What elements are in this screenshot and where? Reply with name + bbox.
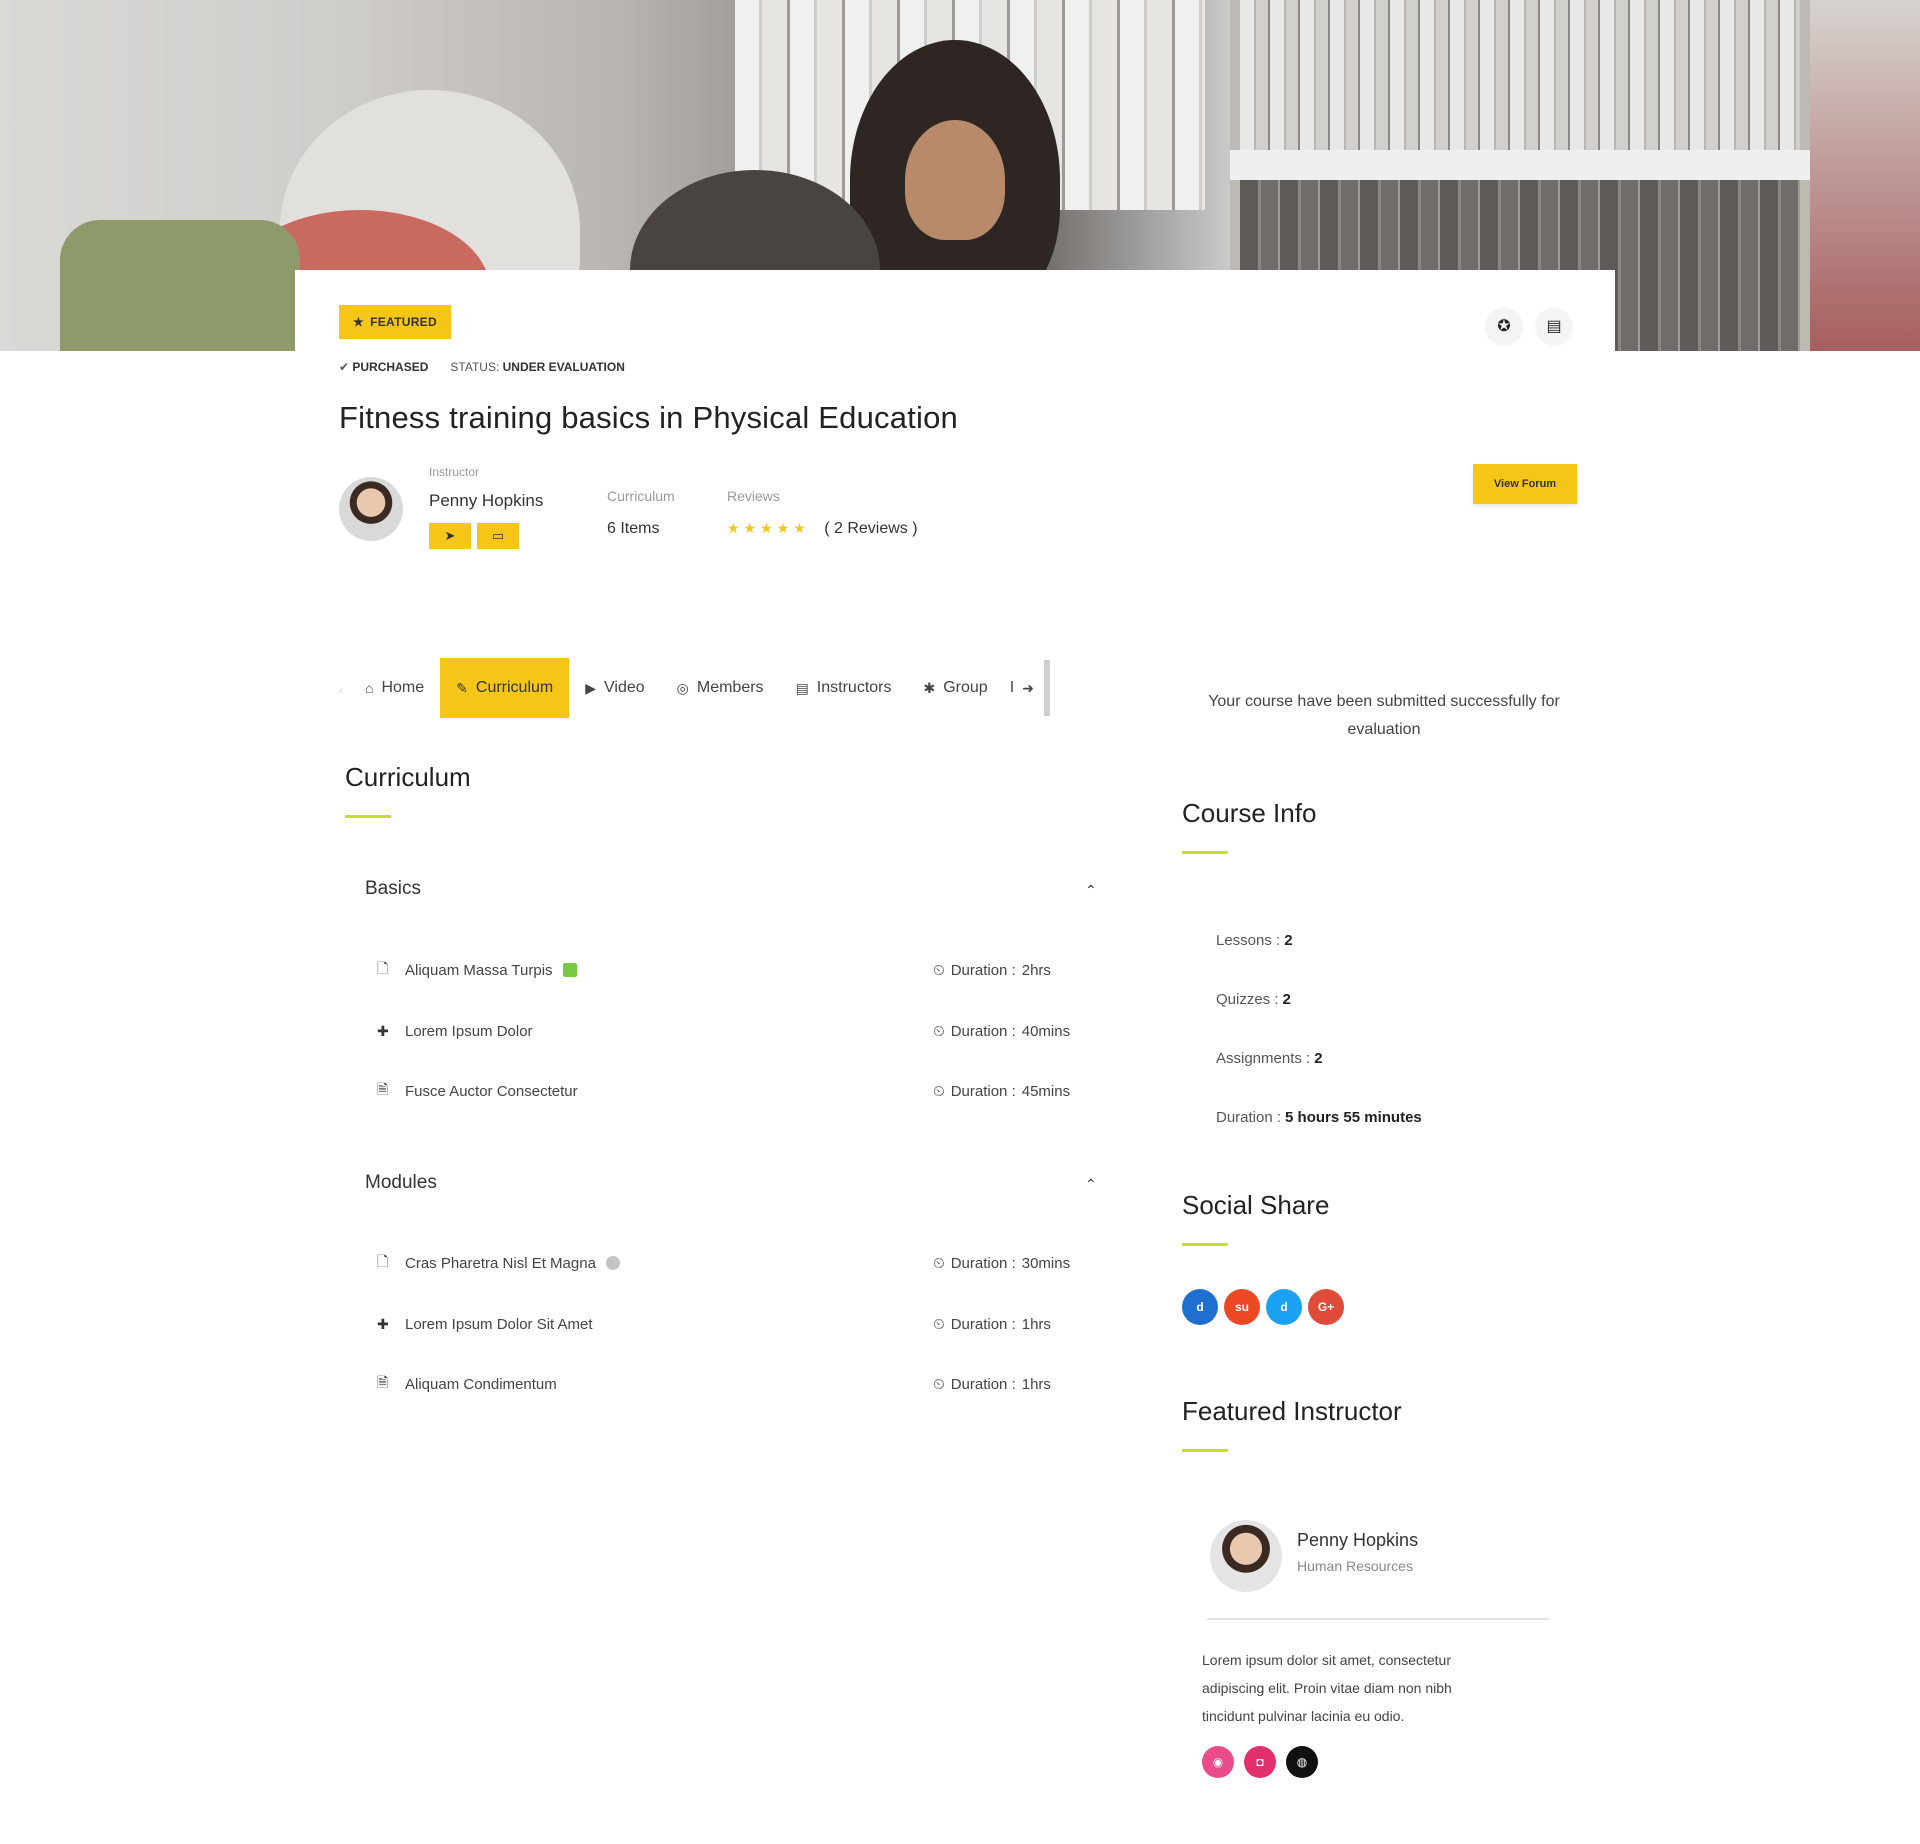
purchased-label: ✔ PURCHASED [339,360,429,374]
chevron-up-icon[interactable]: ⌃ [1085,1176,1097,1193]
curriculum-heading: Curriculum [345,762,471,792]
stumbleupon-icon[interactable]: su [1224,1289,1260,1325]
info-quizzes: Quizzes :2 [1216,991,1291,1008]
puzzle-icon: ✚ [377,1315,389,1332]
avatar[interactable] [1210,1520,1282,1592]
clock-icon: ⏲ [933,1315,945,1333]
clock-icon: ⏲ [933,1082,945,1100]
info-assignments: Assignments :2 [1216,1050,1323,1067]
tab-instructors[interactable]: ▤ Instructors [780,658,908,718]
tab-members[interactable]: ◎ Members [661,658,780,718]
social-share-heading: Social Share [1182,1190,1330,1220]
video-icon: ▶ [585,679,597,696]
profile-button[interactable]: ▭ [477,523,519,549]
submission-notice: Your course have been submitted successf… [1208,693,1560,738]
list-item[interactable]: 🗋 Cras Pharetra Nisl Et Magna ⏲ Duration … [377,1248,1097,1278]
status-label: STATUS: UNDER EVALUATION [450,360,625,374]
clock-icon: ⏲ [933,1022,945,1040]
featured-instructor-bio: Lorem ipsum dolor sit amet, consectetur … [1202,1652,1452,1724]
info-duration: Duration :5 hours 55 minutes [1216,1109,1422,1126]
document-icon: 🗎 [377,1081,389,1097]
tab-curriculum[interactable]: ✎ Curriculum [440,658,570,718]
heading-underline [1182,1243,1228,1246]
instagram-icon[interactable]: ◘ [1244,1746,1276,1778]
chevron-up-icon[interactable]: ⌃ [1085,882,1097,899]
social-share-links: d su d G+ [1182,1289,1344,1325]
page-title: Fitness training basics in Physical Educ… [339,400,958,435]
course-card: ★ FEATURED ✪ ▤ ✔ PURCHASED STATUS: UNDER… [295,270,1615,1844]
digg-icon[interactable]: d [1266,1289,1302,1325]
list-item[interactable]: 🗎 Aliquam Condimentum ⏲ Duration :1hrs [377,1369,1097,1399]
file-icon: 🗋 [377,960,389,976]
new-badge [562,963,577,977]
instructors-icon: ▤ [795,679,809,696]
duration-label: ⏲ Duration :45mins [933,1082,1071,1100]
instructor-name[interactable]: Penny Hopkins [429,491,543,511]
puzzle-icon: ✚ [377,1022,389,1039]
github-icon[interactable]: ◍ [1286,1746,1318,1778]
section-title-modules[interactable]: Modules [365,1172,437,1194]
award-icon[interactable]: ✪ [1486,308,1522,344]
book-icon: ✎ [456,679,468,696]
divider [1207,1618,1549,1620]
list-item[interactable]: 🗋 Aliquam Massa Turpis ⏲ Duration :2hrs [377,955,1097,985]
tab-group[interactable]: ✱ Group [907,658,1003,718]
heading-underline [1182,851,1228,854]
tabs-scrollbar[interactable] [1043,660,1050,716]
group-icon: ✱ [923,679,936,696]
curriculum-stat: Curriculum 6 Items [607,488,675,537]
avatar[interactable] [339,477,403,541]
delicious-icon[interactable]: d [1182,1289,1218,1325]
tab-more[interactable]: I ➜ [1004,658,1040,718]
featured-badge: ★ FEATURED [339,305,451,339]
instructor-label: Instructor [429,465,480,479]
featured-instructor-name[interactable]: Penny Hopkins [1297,1530,1418,1551]
file-icon: 🗋 [377,1253,389,1269]
duration-label: ⏲ Duration :40mins [933,1022,1071,1040]
duration-label: ⏲ Duration :30mins [933,1254,1071,1272]
clock-icon: ⏲ [933,1375,945,1393]
info-lessons: Lessons :2 [1216,932,1293,949]
course-info-heading: Course Info [1182,798,1317,828]
tabs-scroll-left-icon[interactable]: ‹ [339,683,349,697]
duration-label: ⏲ Duration :2hrs [933,961,1051,979]
view-forum-button[interactable]: View Forum [1473,464,1577,504]
star-icon: ★ [353,315,365,329]
duration-label: ⏲ Duration :1hrs [933,1375,1051,1393]
course-meta: ✔ PURCHASED STATUS: UNDER EVALUATION [339,360,625,374]
course-instructor: Instructor Penny Hopkins ➤ ▭ [339,465,543,549]
tab-video[interactable]: ▶ Video [569,658,660,718]
course-badges: ✪ ▤ [1486,308,1572,344]
course-tabs: ‹ ⌂ Home ✎ Curriculum ▶ Video ◎ Members … [339,658,1114,718]
members-icon: ◎ [676,679,689,696]
clock-icon: ⏲ [933,961,945,979]
featured-instructor-title: Human Resources [1297,1558,1413,1574]
instructor-social-links: ◉ ◘ ◍ [1202,1746,1318,1778]
list-item[interactable]: ✚ Lorem Ipsum Dolor ⏲ Duration :40mins [377,1016,1097,1046]
reviews-count[interactable]: ( 2 Reviews ) [824,520,917,537]
send-message-button[interactable]: ➤ [429,523,471,549]
tab-home[interactable]: ⌂ Home [349,658,440,718]
heading-underline [345,815,391,818]
list-item[interactable]: 🗎 Fusce Auctor Consectetur ⏲ Duration :45… [377,1076,1097,1106]
locked-icon [605,1256,620,1270]
home-icon: ⌂ [365,680,374,696]
clock-icon: ⏲ [933,1254,945,1272]
certificate-icon[interactable]: ▤ [1536,308,1572,344]
reviews-stat: Reviews ★★★★★ ( 2 Reviews ) [727,488,918,537]
document-icon: 🗎 [377,1374,389,1390]
heading-underline [1182,1449,1228,1452]
dribbble-icon[interactable]: ◉ [1202,1746,1234,1778]
google-plus-icon[interactable]: G+ [1308,1289,1344,1325]
section-title-basics[interactable]: Basics [365,878,421,900]
duration-label: ⏲ Duration :1hrs [933,1315,1051,1333]
rating-stars: ★★★★★ [727,520,810,536]
more-icon: ➜ [1022,679,1034,696]
list-item[interactable]: ✚ Lorem Ipsum Dolor Sit Amet ⏲ Duration :… [377,1309,1097,1339]
featured-instructor-heading: Featured Instructor [1182,1396,1402,1426]
